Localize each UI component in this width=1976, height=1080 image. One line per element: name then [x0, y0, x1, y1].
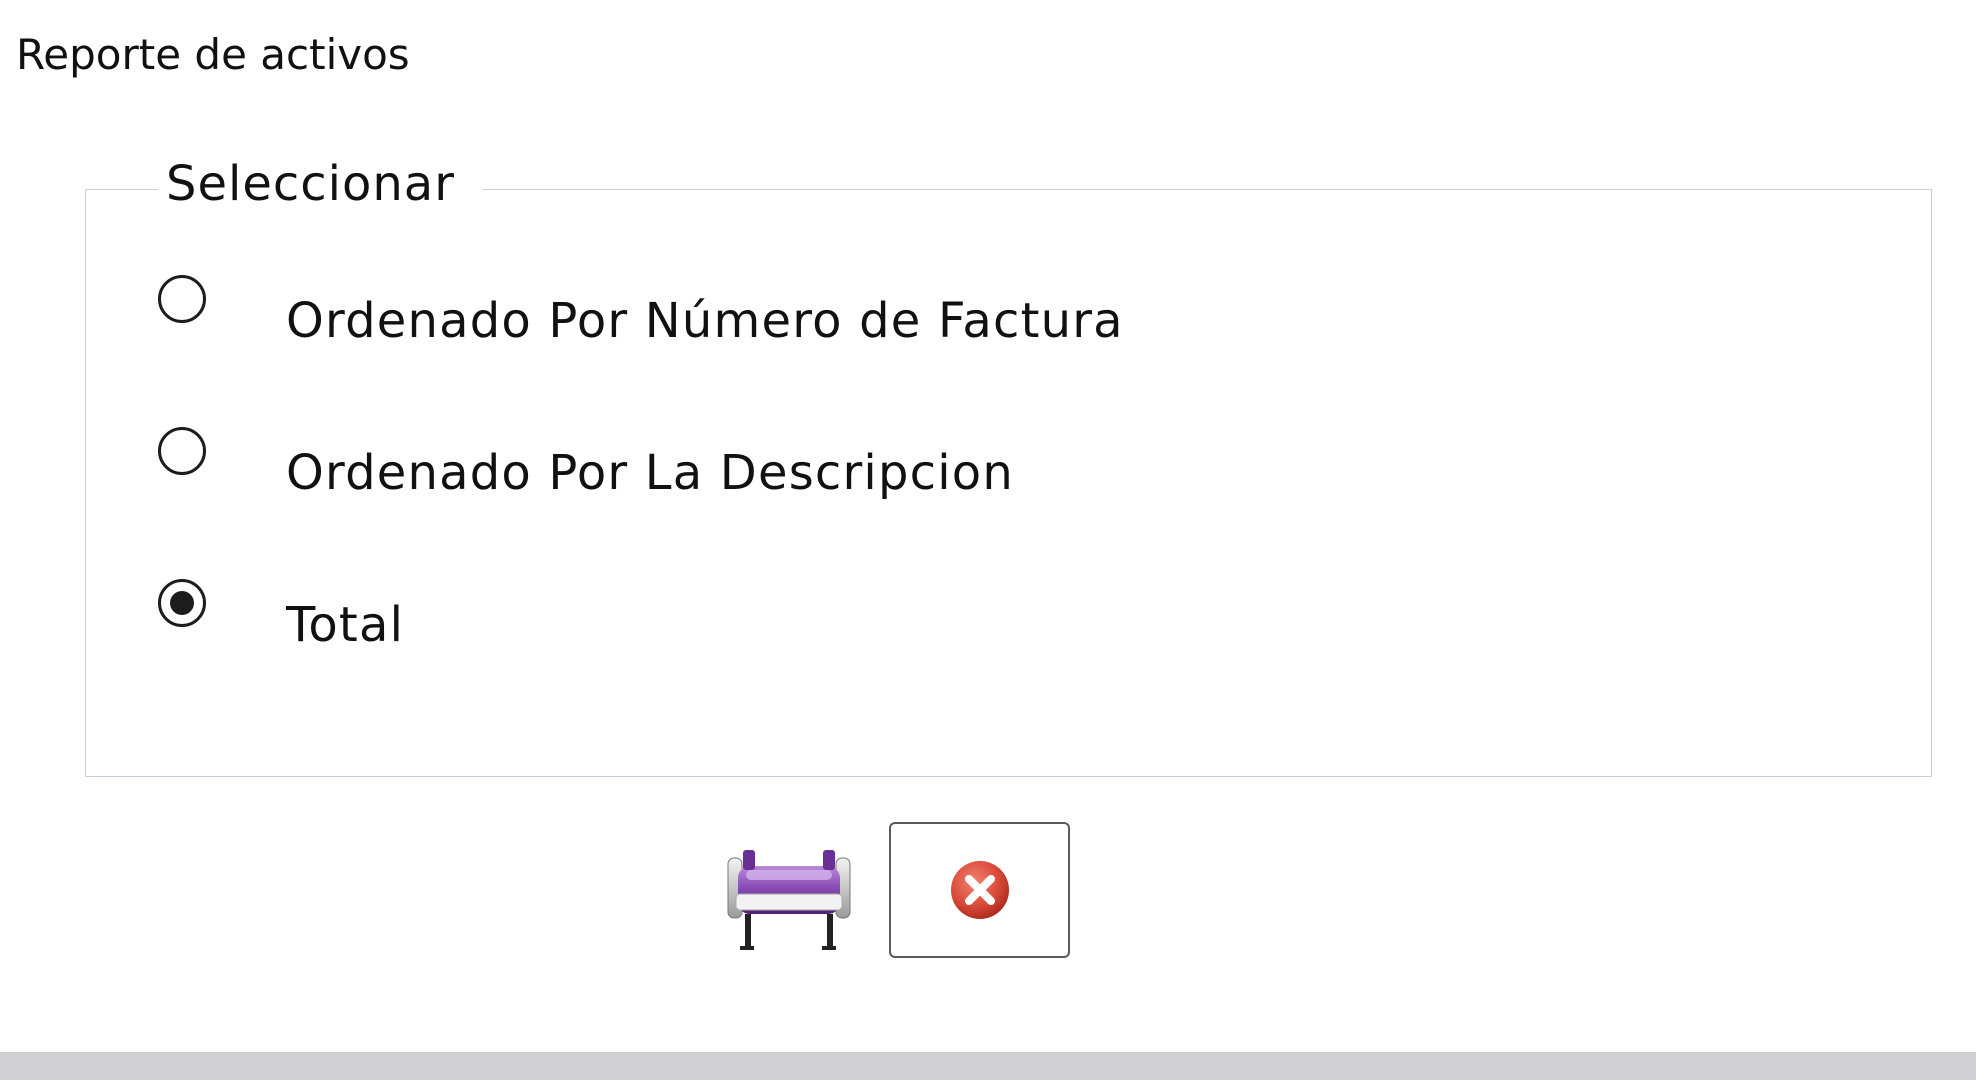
- bottom-edge-strip: [0, 1052, 1976, 1080]
- radio-button[interactable]: [158, 275, 206, 323]
- printer-icon: [727, 850, 851, 950]
- selection-groupbox: Seleccionar Ordenado Por Número de Factu…: [85, 152, 1932, 777]
- cancel-button[interactable]: [889, 822, 1070, 958]
- radio-button-selected[interactable]: [158, 579, 206, 627]
- radio-label: Ordenado Por La Descripcion: [286, 445, 1014, 501]
- close-circle-icon: [951, 861, 1009, 919]
- radio-button[interactable]: [158, 427, 206, 475]
- radio-label: Ordenado Por Número de Factura: [286, 293, 1124, 349]
- groupbox-legend: Seleccionar: [158, 152, 483, 216]
- window-title: Reporte de activos: [16, 30, 410, 79]
- radio-label: Total: [286, 597, 405, 653]
- print-button[interactable]: [718, 836, 858, 956]
